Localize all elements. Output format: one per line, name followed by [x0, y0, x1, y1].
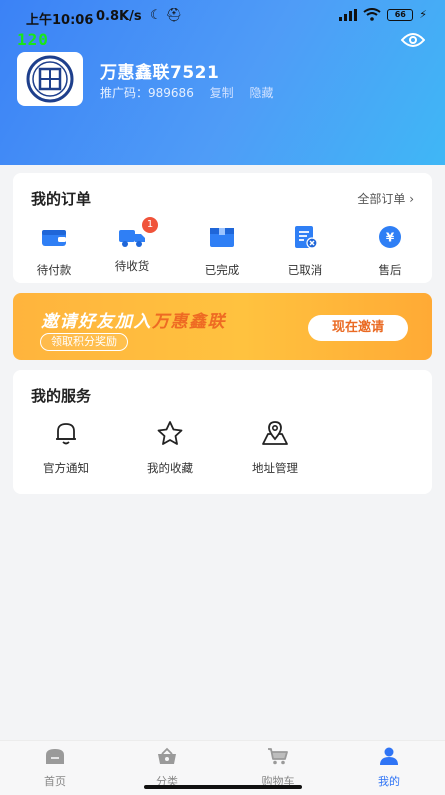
wifi-icon: [363, 8, 381, 21]
home-icon: [46, 749, 64, 764]
hide-button[interactable]: 隐藏: [250, 86, 274, 100]
promo-code-row: 推广码：989686 复制 隐藏: [100, 84, 274, 101]
order-pending-payment[interactable]: 待付款: [19, 225, 89, 278]
chevron-right-icon: ›: [409, 192, 414, 206]
orders-title: 我的订单: [31, 190, 92, 208]
status-time: 上午10:06: [26, 13, 94, 28]
service-address[interactable]: 地址管理: [235, 420, 315, 476]
all-orders-link[interactable]: 全部订单 ›: [357, 190, 414, 207]
cart-icon: [268, 748, 288, 765]
order-pending-receipt[interactable]: 1 待收货: [97, 217, 167, 274]
promo-label: 推广码：: [100, 86, 149, 100]
truck-icon: [119, 230, 145, 247]
tab-mine[interactable]: 我的: [349, 747, 429, 789]
services-card: 我的服务 官方通知 我的收藏 地址管理: [13, 370, 432, 494]
status-moon-icon: ☾ ⛑: [150, 8, 183, 23]
service-favorites[interactable]: 我的收藏: [130, 420, 210, 476]
bell-icon: [56, 423, 76, 445]
status-network-speed: 0.8K/s: [96, 9, 142, 24]
receipt-count-badge: 1: [142, 217, 158, 233]
shop-logo-icon: [26, 55, 74, 103]
box-icon: [210, 228, 234, 247]
copy-button[interactable]: 复制: [210, 86, 234, 100]
status-bar: 上午10:06 0.8K/s ☾ ⛑ 66 ⚡: [0, 0, 445, 34]
banner-subtitle: 领取积分奖励: [40, 333, 128, 351]
eye-icon[interactable]: [401, 32, 425, 48]
banner-headline: 邀请好友加入万惠鑫联: [41, 312, 226, 332]
promo-code: 989686: [148, 86, 194, 100]
yen-icon: ¥: [379, 226, 401, 248]
service-official-notice[interactable]: 官方通知: [26, 420, 106, 476]
order-cancelled[interactable]: 已取消: [270, 225, 340, 278]
shop-name: 万惠鑫联7521: [100, 63, 220, 83]
charging-icon: ⚡: [419, 8, 427, 21]
user-icon: [380, 747, 398, 765]
star-icon: [157, 421, 183, 445]
cancel-doc-icon: [295, 226, 318, 249]
order-completed[interactable]: 已完成: [187, 225, 257, 278]
battery-icon: 66: [387, 8, 414, 21]
tab-home[interactable]: 首页: [15, 747, 95, 789]
order-after-sales[interactable]: ¥ 售后: [355, 225, 425, 278]
tab-cart[interactable]: 购物车: [238, 747, 318, 789]
invite-now-button[interactable]: 现在邀请: [308, 315, 408, 341]
location-icon: [262, 421, 288, 445]
home-indicator: [144, 785, 302, 789]
signal-icon: [339, 8, 358, 21]
tab-category[interactable]: 分类: [127, 747, 207, 789]
orders-card: 我的订单 全部订单 › 待付款 1 待收货 已完成 已取消 ¥ 售后: [13, 173, 432, 283]
category-basket-icon: [158, 747, 176, 764]
invite-banner[interactable]: 邀请好友加入万惠鑫联 领取积分奖励 现在邀请: [13, 293, 432, 360]
svg-text:¥: ¥: [386, 231, 395, 245]
services-title: 我的服务: [31, 387, 92, 405]
shop-avatar[interactable]: [17, 52, 83, 106]
fps-counter: 120: [17, 30, 49, 49]
wallet-icon: [42, 230, 66, 246]
